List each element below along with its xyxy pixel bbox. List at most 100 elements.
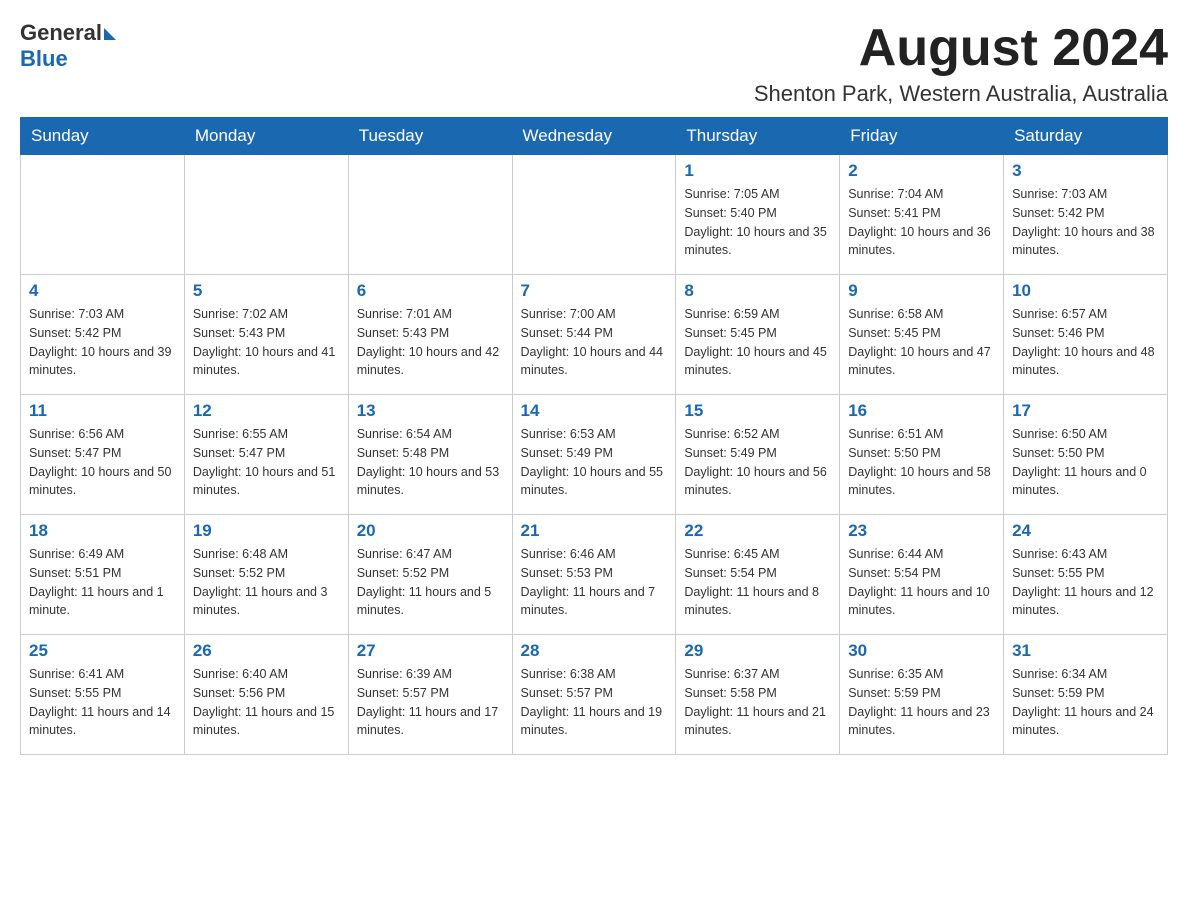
week-row-3: 11 Sunrise: 6:56 AM Sunset: 5:47 PM Dayli… — [21, 395, 1168, 515]
col-friday: Friday — [840, 118, 1004, 155]
day-cell: 29 Sunrise: 6:37 AM Sunset: 5:58 PM Dayli… — [676, 635, 840, 755]
day-number: 5 — [193, 281, 340, 301]
day-cell: 9 Sunrise: 6:58 AM Sunset: 5:45 PM Daylig… — [840, 275, 1004, 395]
day-info: Sunrise: 7:03 AM Sunset: 5:42 PM Dayligh… — [1012, 185, 1159, 260]
day-number: 11 — [29, 401, 176, 421]
col-thursday: Thursday — [676, 118, 840, 155]
logo-triangle-icon — [104, 28, 116, 40]
day-info: Sunrise: 6:51 AM Sunset: 5:50 PM Dayligh… — [848, 425, 995, 500]
calendar-header: Sunday Monday Tuesday Wednesday Thursday… — [21, 118, 1168, 155]
header-row: Sunday Monday Tuesday Wednesday Thursday… — [21, 118, 1168, 155]
day-info: Sunrise: 6:43 AM Sunset: 5:55 PM Dayligh… — [1012, 545, 1159, 620]
day-info: Sunrise: 7:01 AM Sunset: 5:43 PM Dayligh… — [357, 305, 504, 380]
day-number: 3 — [1012, 161, 1159, 181]
day-number: 8 — [684, 281, 831, 301]
day-cell: 2 Sunrise: 7:04 AM Sunset: 5:41 PM Daylig… — [840, 155, 1004, 275]
day-info: Sunrise: 6:59 AM Sunset: 5:45 PM Dayligh… — [684, 305, 831, 380]
day-info: Sunrise: 6:48 AM Sunset: 5:52 PM Dayligh… — [193, 545, 340, 620]
day-info: Sunrise: 7:05 AM Sunset: 5:40 PM Dayligh… — [684, 185, 831, 260]
day-number: 31 — [1012, 641, 1159, 661]
day-cell: 14Sunrise: 6:53 AM Sunset: 5:49 PM Dayli… — [512, 395, 676, 515]
logo: GeneralBlue — [20, 20, 116, 72]
day-number: 9 — [848, 281, 995, 301]
day-info: Sunrise: 6:35 AM Sunset: 5:59 PM Dayligh… — [848, 665, 995, 740]
day-info: Sunrise: 7:03 AM Sunset: 5:42 PM Dayligh… — [29, 305, 176, 380]
day-info: Sunrise: 6:58 AM Sunset: 5:45 PM Dayligh… — [848, 305, 995, 380]
week-row-4: 18Sunrise: 6:49 AM Sunset: 5:51 PM Dayli… — [21, 515, 1168, 635]
day-number: 28 — [521, 641, 668, 661]
day-number: 17 — [1012, 401, 1159, 421]
day-cell: 17Sunrise: 6:50 AM Sunset: 5:50 PM Dayli… — [1004, 395, 1168, 515]
day-number: 12 — [193, 401, 340, 421]
day-number: 4 — [29, 281, 176, 301]
day-cell: 31 Sunrise: 6:34 AM Sunset: 5:59 PM Dayli… — [1004, 635, 1168, 755]
day-cell: 1 Sunrise: 7:05 AM Sunset: 5:40 PM Daylig… — [676, 155, 840, 275]
day-number: 18 — [29, 521, 176, 541]
logo-text: GeneralBlue — [20, 20, 116, 72]
day-cell: 3 Sunrise: 7:03 AM Sunset: 5:42 PM Daylig… — [1004, 155, 1168, 275]
day-number: 15 — [684, 401, 831, 421]
day-cell: 20Sunrise: 6:47 AM Sunset: 5:52 PM Dayli… — [348, 515, 512, 635]
day-cell: 30 Sunrise: 6:35 AM Sunset: 5:59 PM Dayli… — [840, 635, 1004, 755]
day-number: 2 — [848, 161, 995, 181]
day-cell: 25 Sunrise: 6:41 AM Sunset: 5:55 PM Dayli… — [21, 635, 185, 755]
title-section: August 2024 Shenton Park, Western Austra… — [754, 20, 1168, 107]
day-cell — [184, 155, 348, 275]
week-row-5: 25 Sunrise: 6:41 AM Sunset: 5:55 PM Dayli… — [21, 635, 1168, 755]
day-cell: 16 Sunrise: 6:51 AM Sunset: 5:50 PM Dayli… — [840, 395, 1004, 515]
day-number: 23 — [848, 521, 995, 541]
day-number: 29 — [684, 641, 831, 661]
day-info: Sunrise: 6:56 AM Sunset: 5:47 PM Dayligh… — [29, 425, 176, 500]
day-number: 1 — [684, 161, 831, 181]
col-tuesday: Tuesday — [348, 118, 512, 155]
day-number: 30 — [848, 641, 995, 661]
day-info: Sunrise: 6:38 AM Sunset: 5:57 PM Dayligh… — [521, 665, 668, 740]
day-info: Sunrise: 6:55 AM Sunset: 5:47 PM Dayligh… — [193, 425, 340, 500]
day-cell: 18Sunrise: 6:49 AM Sunset: 5:51 PM Dayli… — [21, 515, 185, 635]
day-number: 13 — [357, 401, 504, 421]
day-number: 19 — [193, 521, 340, 541]
day-info: Sunrise: 6:54 AM Sunset: 5:48 PM Dayligh… — [357, 425, 504, 500]
day-info: Sunrise: 6:41 AM Sunset: 5:55 PM Dayligh… — [29, 665, 176, 740]
page-header: GeneralBlue August 2024 Shenton Park, We… — [20, 20, 1168, 107]
location-text: Shenton Park, Western Australia, Austral… — [754, 81, 1168, 107]
day-info: Sunrise: 6:37 AM Sunset: 5:58 PM Dayligh… — [684, 665, 831, 740]
day-info: Sunrise: 7:02 AM Sunset: 5:43 PM Dayligh… — [193, 305, 340, 380]
col-sunday: Sunday — [21, 118, 185, 155]
day-cell — [21, 155, 185, 275]
day-cell: 8 Sunrise: 6:59 AM Sunset: 5:45 PM Daylig… — [676, 275, 840, 395]
day-info: Sunrise: 6:34 AM Sunset: 5:59 PM Dayligh… — [1012, 665, 1159, 740]
day-info: Sunrise: 6:57 AM Sunset: 5:46 PM Dayligh… — [1012, 305, 1159, 380]
day-cell: 23Sunrise: 6:44 AM Sunset: 5:54 PM Dayli… — [840, 515, 1004, 635]
col-monday: Monday — [184, 118, 348, 155]
day-cell: 26Sunrise: 6:40 AM Sunset: 5:56 PM Dayli… — [184, 635, 348, 755]
day-cell: 15 Sunrise: 6:52 AM Sunset: 5:49 PM Dayli… — [676, 395, 840, 515]
day-number: 24 — [1012, 521, 1159, 541]
calendar-table: Sunday Monday Tuesday Wednesday Thursday… — [20, 117, 1168, 755]
day-info: Sunrise: 6:45 AM Sunset: 5:54 PM Dayligh… — [684, 545, 831, 620]
day-cell: 27Sunrise: 6:39 AM Sunset: 5:57 PM Dayli… — [348, 635, 512, 755]
day-info: Sunrise: 6:52 AM Sunset: 5:49 PM Dayligh… — [684, 425, 831, 500]
week-row-2: 4 Sunrise: 7:03 AM Sunset: 5:42 PM Daylig… — [21, 275, 1168, 395]
day-number: 27 — [357, 641, 504, 661]
day-cell: 10Sunrise: 6:57 AM Sunset: 5:46 PM Dayli… — [1004, 275, 1168, 395]
day-info: Sunrise: 7:04 AM Sunset: 5:41 PM Dayligh… — [848, 185, 995, 260]
day-number: 16 — [848, 401, 995, 421]
day-cell — [348, 155, 512, 275]
day-cell: 6Sunrise: 7:01 AM Sunset: 5:43 PM Daylig… — [348, 275, 512, 395]
col-wednesday: Wednesday — [512, 118, 676, 155]
day-info: Sunrise: 6:40 AM Sunset: 5:56 PM Dayligh… — [193, 665, 340, 740]
day-cell: 5 Sunrise: 7:02 AM Sunset: 5:43 PM Daylig… — [184, 275, 348, 395]
day-cell — [512, 155, 676, 275]
month-title: August 2024 — [754, 20, 1168, 77]
day-number: 20 — [357, 521, 504, 541]
day-cell: 4 Sunrise: 7:03 AM Sunset: 5:42 PM Daylig… — [21, 275, 185, 395]
day-cell: 19 Sunrise: 6:48 AM Sunset: 5:52 PM Dayli… — [184, 515, 348, 635]
day-cell: 11 Sunrise: 6:56 AM Sunset: 5:47 PM Dayli… — [21, 395, 185, 515]
day-number: 25 — [29, 641, 176, 661]
day-info: Sunrise: 6:53 AM Sunset: 5:49 PM Dayligh… — [521, 425, 668, 500]
day-number: 22 — [684, 521, 831, 541]
day-cell: 24 Sunrise: 6:43 AM Sunset: 5:55 PM Dayli… — [1004, 515, 1168, 635]
day-cell: 22 Sunrise: 6:45 AM Sunset: 5:54 PM Dayli… — [676, 515, 840, 635]
day-cell: 28 Sunrise: 6:38 AM Sunset: 5:57 PM Dayli… — [512, 635, 676, 755]
